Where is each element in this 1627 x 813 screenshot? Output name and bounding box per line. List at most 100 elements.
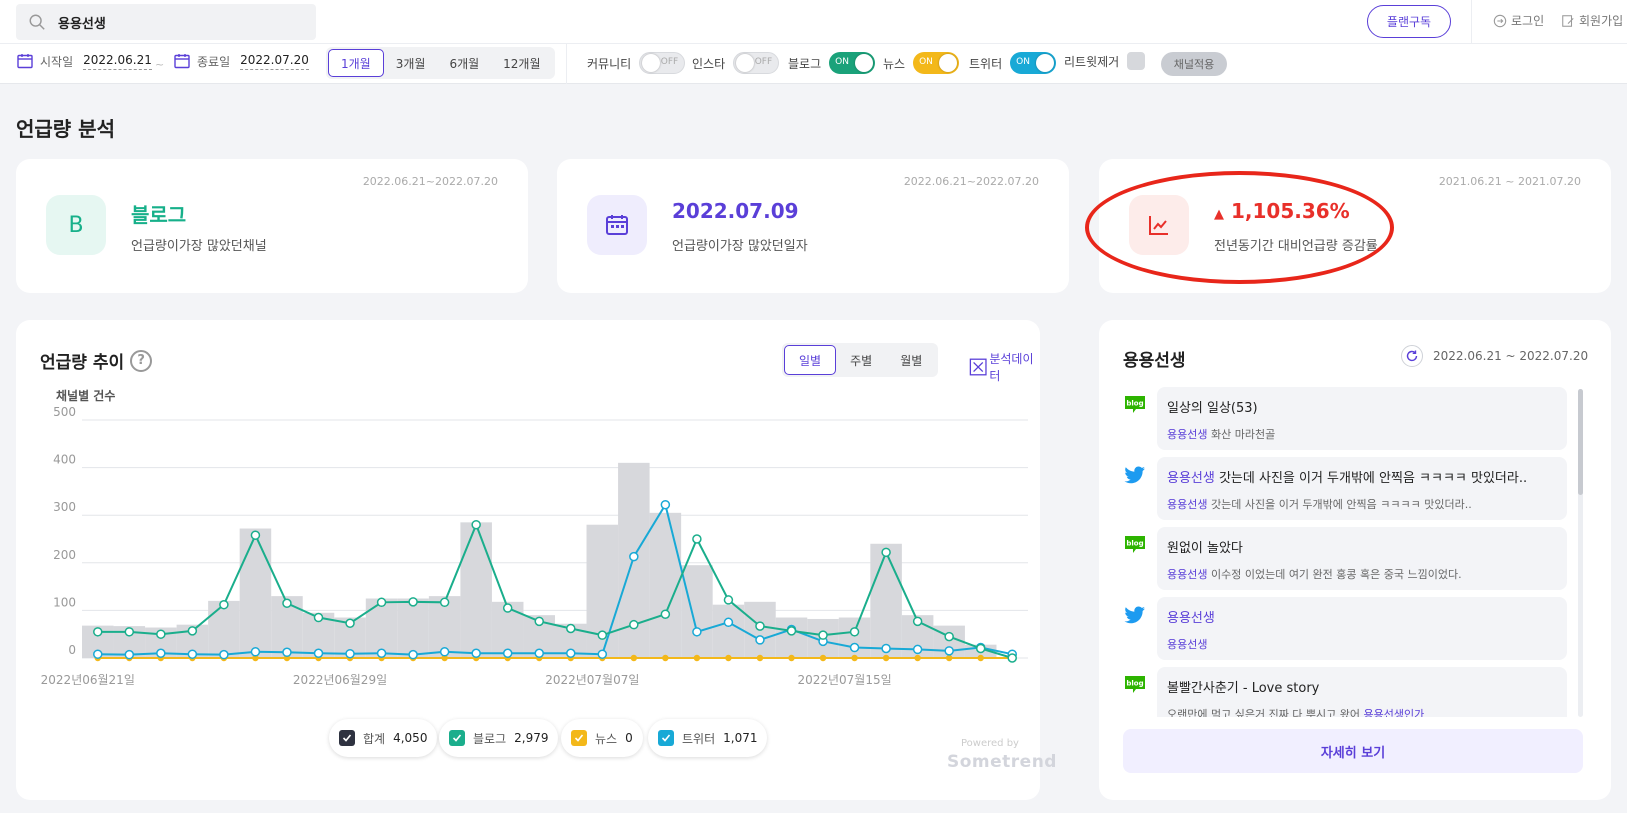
kpi-value: 블로그 (131, 203, 187, 227)
signup-label: 회원가입 (1579, 14, 1624, 28)
news-toggle[interactable]: ON (913, 52, 960, 74)
plan-subscribe-button[interactable]: 플랜구독 (1367, 5, 1451, 38)
series-point (1007, 653, 1017, 663)
channel-news: 뉴스 ON (883, 52, 960, 74)
start-date-label: 시작일 (40, 54, 74, 69)
feed-item-snippet: 오랜만에 먹고 싶은거 진짜 다 뿌시고 왔어 용용선생인가 (1167, 708, 1425, 717)
series-point (881, 643, 891, 654)
mentions-feed-card: 용용선생 2022.06.21 ~ 2022.07.20 blog 일상의 일상… (1099, 320, 1611, 800)
x-tick-label: 2022년07월15일 (797, 673, 891, 687)
y-tick-label: 500 (53, 405, 76, 419)
start-date-picker[interactable]: 시작일 2022.06.21 (16, 52, 152, 70)
series-point (944, 646, 954, 656)
calendar-icon (17, 54, 33, 69)
series-point (849, 642, 860, 653)
x-tick-label: 2022년07월07일 (545, 673, 639, 687)
divider (1471, 0, 1472, 44)
end-date-value[interactable]: 2022.07.20 (240, 53, 309, 70)
series-point (187, 626, 198, 636)
signup-link[interactable]: 회원가입 (1561, 12, 1623, 29)
series-point (849, 627, 860, 637)
search-query[interactable]: 용용선생 (58, 13, 106, 32)
brand-logo: Sometrend (947, 752, 1057, 772)
refresh-icon[interactable] (1401, 345, 1423, 367)
series-point (819, 654, 827, 662)
login-link[interactable]: 로그인 (1493, 12, 1544, 29)
period-12-months[interactable]: 12개월 (491, 49, 552, 77)
total-bar (208, 600, 240, 658)
login-icon (1493, 14, 1507, 27)
total-bar (775, 617, 808, 658)
y-tick-label: 0 (68, 643, 76, 657)
period-6-months[interactable]: 6개월 (437, 49, 491, 77)
feed-title: 용용선생 (1123, 351, 1186, 371)
series-point (219, 649, 229, 660)
series-point (345, 618, 355, 629)
series-point (156, 648, 166, 658)
end-date-label: 종료일 (197, 54, 231, 69)
series-point (629, 551, 639, 562)
divider (566, 44, 567, 84)
kpi-date: 2021.06.21 ~ 2021.07.20 (1438, 175, 1581, 188)
series-point (345, 648, 355, 659)
series-point (786, 626, 797, 636)
blog-icon: blog (1125, 396, 1145, 413)
legend-news[interactable]: 뉴스 0 (561, 719, 643, 757)
retweet-filter: 리트윗제거 (1064, 52, 1146, 70)
series-point (944, 631, 954, 642)
series-point (282, 647, 292, 658)
series-point (975, 643, 986, 654)
series-point (439, 597, 450, 608)
blog-toggle[interactable]: ON (829, 52, 876, 74)
svg-text:blog: blog (1126, 540, 1143, 548)
channel-insta-label: 인스타 (692, 56, 726, 71)
trend-chart-card: 언급량 추이 ? 일별 주별 월별 분석데이터 채널별 건수 0 100 200 30… (16, 320, 1056, 800)
x-tick-label: 2022년06월29일 (293, 673, 387, 687)
kpi-value: 2022.07.09 (672, 199, 799, 223)
twitter-bird-icon (1124, 466, 1145, 484)
trend-chart: 채널별 건수 0 100 200 300 400 500 2022년06월21일 2022년… (41, 388, 1028, 687)
section-title: 언급량 분석 (16, 117, 115, 141)
series-point (755, 635, 765, 645)
login-label: 로그인 (1511, 14, 1545, 28)
community-toggle[interactable]: OFF (639, 52, 686, 74)
feed-item-title: 용용선생 갓는데 사진을 이거 두개밖에 안찍음 ㅋㅋㅋㅋ 맛있더라.. (1167, 471, 1528, 486)
series-point (945, 654, 953, 662)
legend-total[interactable]: 합계 4,050 (329, 719, 438, 757)
start-date-value[interactable]: 2022.06.21 (83, 53, 152, 70)
period-1-month[interactable]: 1개월 (328, 49, 384, 77)
series-point (756, 654, 764, 662)
feed-item-title: 일상의 일상(53) (1167, 401, 1258, 416)
series-point (250, 647, 261, 657)
feed-item-snippet: 용용선생 갓는데 사진을 이거 두개밖에 안찍음 ㅋㅋㅋㅋ 맛있더라.. (1167, 498, 1472, 511)
twitter-toggle[interactable]: ON (1010, 52, 1057, 74)
series-point (124, 627, 135, 637)
search-box[interactable]: 용용선생 (16, 4, 316, 40)
insta-toggle[interactable]: OFF (733, 52, 780, 74)
y-tick-label: 300 (53, 500, 76, 514)
retweet-checkbox[interactable] (1127, 52, 1146, 70)
series-point (692, 534, 702, 544)
y-tick-label: 400 (53, 453, 76, 467)
apply-channels-button[interactable]: 채널적용 (1161, 52, 1227, 76)
period-3-months[interactable]: 3개월 (384, 49, 438, 77)
series-point (597, 649, 608, 659)
series-point (912, 616, 923, 627)
feed-scrollbar[interactable] (1578, 389, 1583, 717)
series-point (662, 654, 669, 662)
view-more-button[interactable]: 자세히 보기 (1123, 729, 1583, 773)
series-point (660, 499, 671, 510)
channel-blog: 블로그 ON (788, 52, 876, 74)
period-selector: 1개월 3개월 6개월 12개월 (326, 47, 555, 79)
end-date-picker[interactable]: 종료일 2022.07.20 (173, 52, 309, 70)
legend-blog[interactable]: 블로그 2,979 (439, 719, 559, 757)
feed-list: blog 일상의 일상(53) 용용선생 화산 마라천골 용용선생 갓는데 사진… (1123, 387, 1583, 717)
legend-twitter[interactable]: 트위터 1,071 (648, 719, 768, 757)
feed-item-snippet: 용용선생 이수정 이었는데 여기 완전 홍콩 혹은 중국 느낌이었다. (1167, 568, 1462, 581)
series-point (187, 649, 198, 659)
twitter-bird-icon (1124, 606, 1145, 624)
total-bar (712, 604, 745, 658)
edit-icon (1562, 14, 1574, 27)
series-point (723, 595, 734, 605)
kpi-top-channel: 2022.06.21~2022.07.20 B 블로그 언급량이가장 많았던채널 (16, 159, 528, 293)
